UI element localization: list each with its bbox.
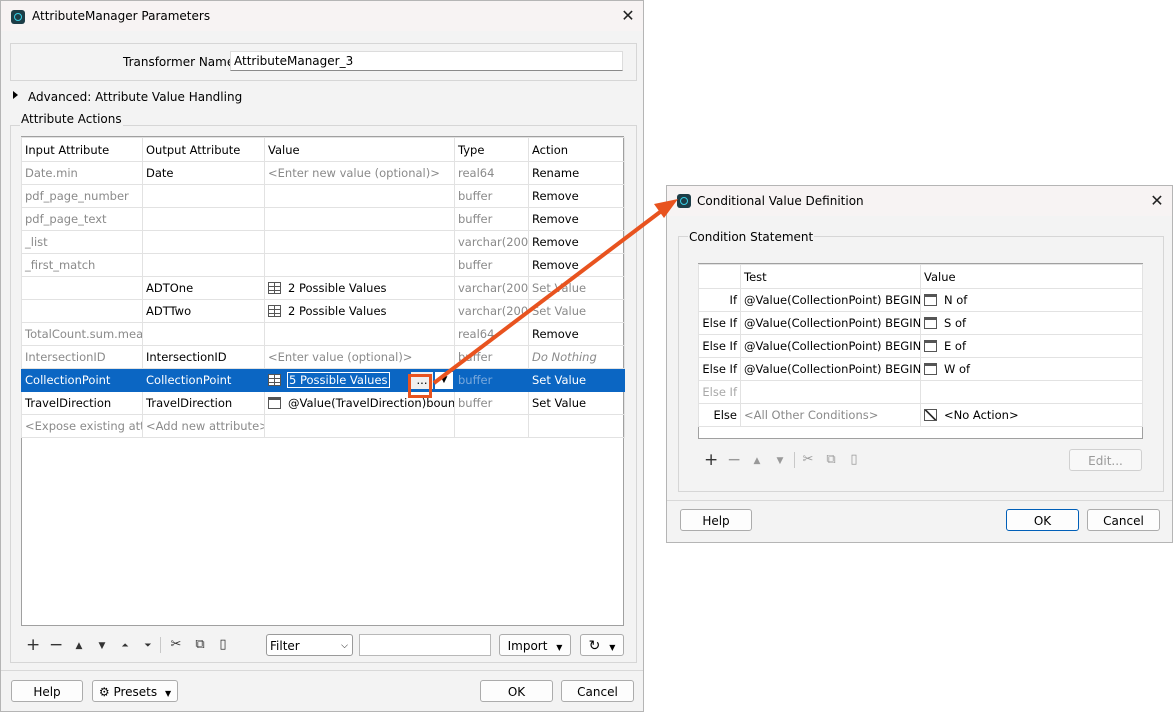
annotation-arrow xyxy=(432,199,678,385)
